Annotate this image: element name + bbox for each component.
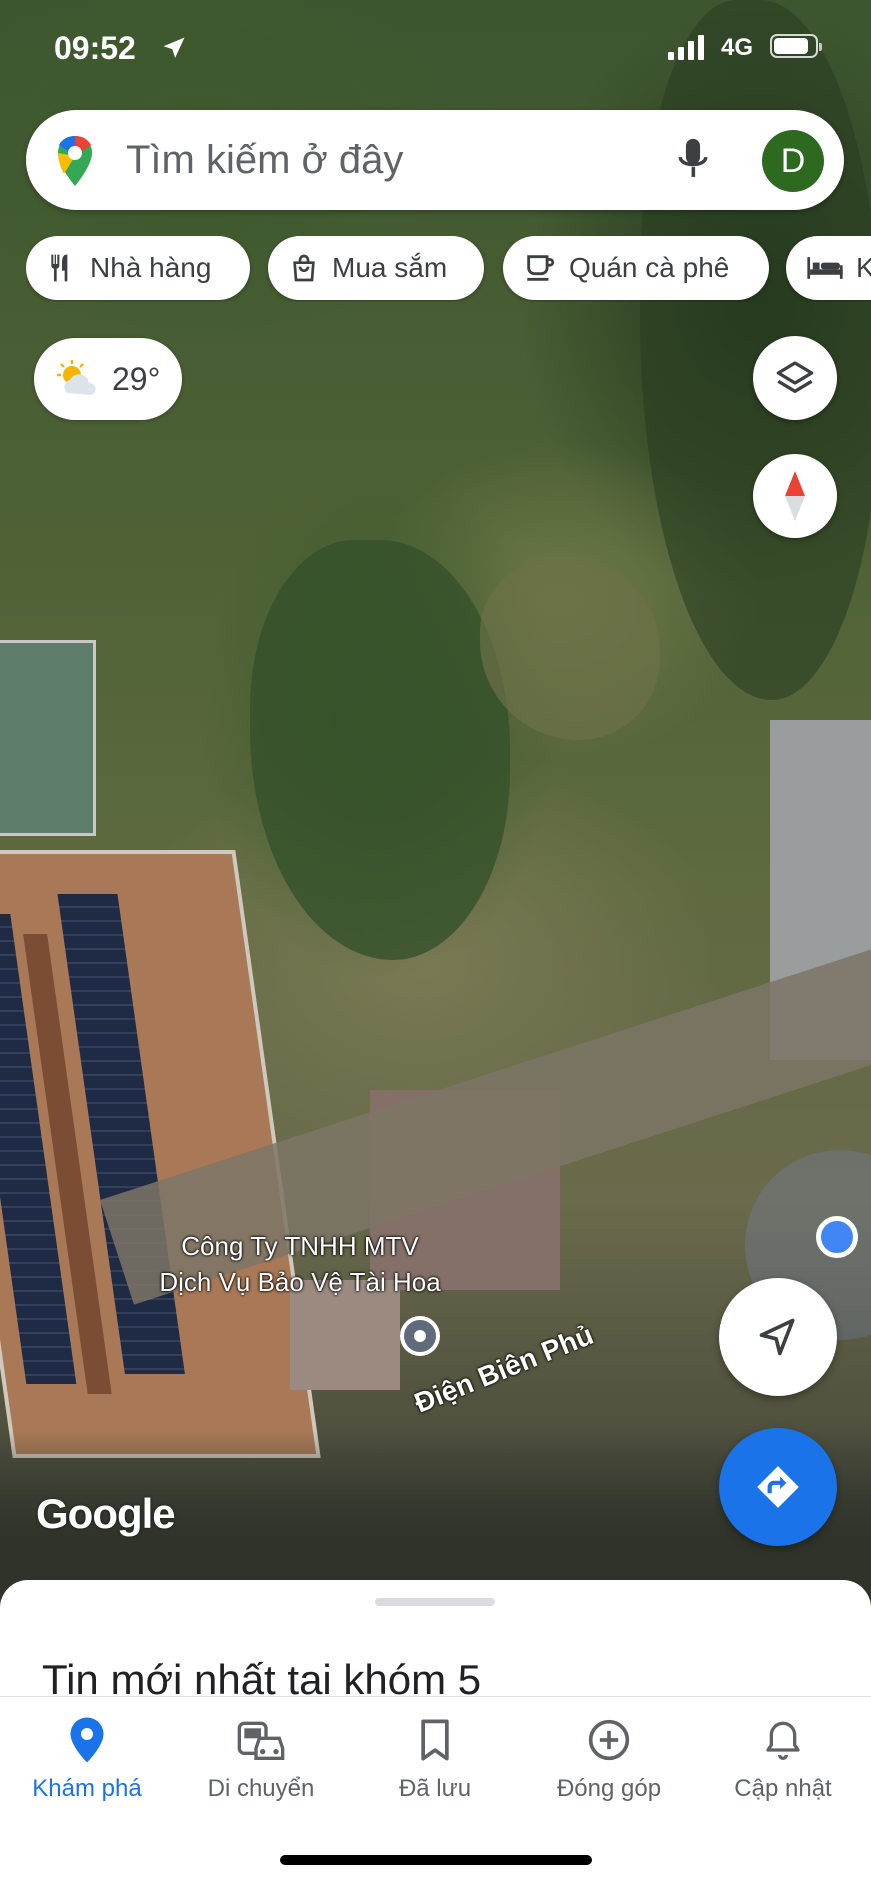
tab-contribute[interactable]: Đóng góp <box>522 1715 696 1803</box>
restaurant-icon <box>51 254 68 282</box>
chip-label: Mua sắm <box>332 252 448 283</box>
microphone-icon[interactable] <box>676 136 710 184</box>
place-label-line2: Dịch Vụ Bảo Vệ Tài Hoa <box>159 1267 441 1297</box>
search-bar[interactable]: Tìm kiếm ở đây D <box>26 110 844 210</box>
status-time: 09:52 <box>54 30 136 66</box>
tab-label: Đóng góp <box>556 1775 662 1802</box>
layers-icon <box>776 361 814 393</box>
shopping-bag-icon <box>293 254 315 282</box>
tab-label: Di chuyển <box>207 1775 315 1802</box>
directions-icon <box>757 1466 799 1508</box>
chip-shopping[interactable]: Mua sắm <box>268 236 484 300</box>
hotel-icon <box>807 257 843 279</box>
explore-pin-icon <box>70 1717 104 1763</box>
weather-chip[interactable]: 29° <box>34 338 182 420</box>
coffee-icon <box>527 255 555 281</box>
chip-hotels[interactable]: K <box>786 236 871 300</box>
directions-button[interactable] <box>719 1428 837 1546</box>
status-bar: 09:52 4G <box>0 0 871 96</box>
place-marker-icon[interactable] <box>400 1316 440 1356</box>
commute-icon <box>237 1721 285 1760</box>
tab-label: Cập nhật <box>734 1775 832 1802</box>
vegetation-area <box>250 540 510 960</box>
bottom-navigation: Khám phá Di chuyển Đã lưu Đóng góp Cập n… <box>0 1696 871 1885</box>
google-attribution: Google <box>36 1490 176 1537</box>
tab-label: Khám phá <box>32 1775 142 1802</box>
green-roof-building <box>0 640 96 836</box>
navigation-arrow-icon <box>759 1318 795 1356</box>
sheet-title: Tin mới nhất tại khóm 5 <box>42 1656 482 1700</box>
account-avatar[interactable]: D <box>762 130 824 192</box>
sheet-drag-handle[interactable] <box>375 1598 495 1606</box>
tab-label: Đã lưu <box>398 1775 472 1802</box>
place-label[interactable]: Công Ty TNHH MTV Dịch Vụ Bảo Vệ Tài Hoa <box>140 1228 460 1300</box>
chip-restaurants[interactable]: Nhà hàng <box>26 236 250 300</box>
category-chips: Nhà hàng Mua sắm Quán cà phê K <box>26 236 871 302</box>
bookmark-icon <box>421 1719 449 1761</box>
compass-button[interactable] <box>753 454 837 538</box>
compass-icon <box>785 471 805 521</box>
tree-area <box>640 0 871 700</box>
chip-coffee[interactable]: Quán cà phê <box>503 236 769 300</box>
tab-updates[interactable]: Cập nhật <box>696 1715 870 1803</box>
my-location-dot-icon <box>816 1216 858 1258</box>
chip-label: Quán cà phê <box>569 252 730 283</box>
bell-icon <box>766 1721 800 1760</box>
layers-button[interactable] <box>753 336 837 420</box>
my-location-button[interactable] <box>719 1278 837 1396</box>
bottom-sheet[interactable]: Tin mới nhất tại khóm 5 <box>0 1580 871 1700</box>
tab-saved[interactable]: Đã lưu <box>348 1715 522 1803</box>
chip-label: K <box>856 252 871 283</box>
tab-commute[interactable]: Di chuyển <box>174 1715 348 1803</box>
add-circle-icon <box>588 1719 630 1761</box>
place-label-line1: Công Ty TNHH MTV <box>181 1231 419 1261</box>
battery-icon <box>770 34 822 58</box>
google-maps-pin-icon <box>58 136 92 186</box>
chip-label: Nhà hàng <box>90 252 212 283</box>
location-arrow-icon <box>163 37 185 58</box>
tab-explore[interactable]: Khám phá <box>0 1715 174 1803</box>
partly-cloudy-icon <box>57 360 96 395</box>
search-input[interactable]: Tìm kiếm ở đây <box>126 138 403 183</box>
network-type: 4G <box>721 34 754 61</box>
signal-icon <box>668 34 704 60</box>
home-indicator[interactable] <box>280 1855 592 1865</box>
weather-temp: 29° <box>112 360 161 397</box>
